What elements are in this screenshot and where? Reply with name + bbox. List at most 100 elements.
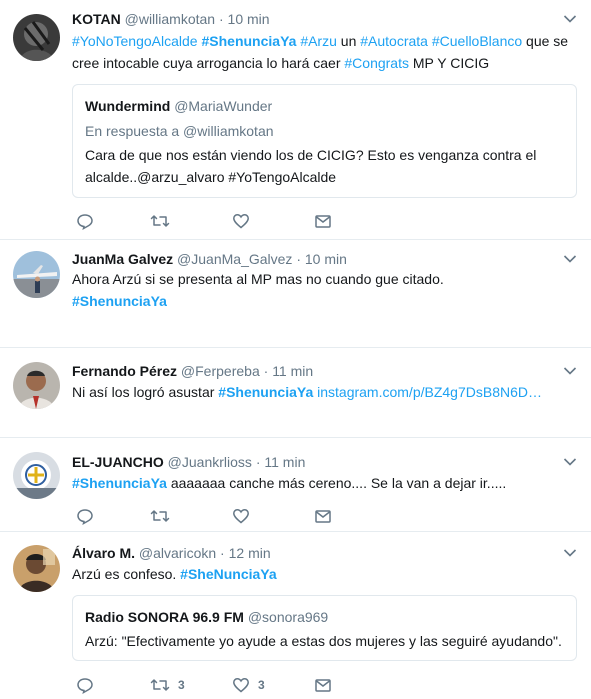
avatar[interactable] <box>13 362 60 409</box>
reply-button[interactable] <box>76 212 94 230</box>
chevron-down-icon[interactable] <box>563 548 577 558</box>
tweet-actions <box>72 507 372 525</box>
hashtag[interactable]: #Congrats <box>344 55 409 71</box>
text-segment: MP Y CICIG <box>408 55 490 71</box>
envelope-icon <box>314 676 332 694</box>
hashtag[interactable]: #ShenunciaYa <box>201 33 296 49</box>
author-name[interactable]: Álvaro M. <box>72 545 135 561</box>
envelope-icon <box>314 212 332 230</box>
direct-message-button[interactable] <box>314 676 332 694</box>
separator-dot: · <box>296 251 301 267</box>
text-segment: un <box>336 33 361 49</box>
tweet-kotan[interactable]: KOTAN @williamkotan · 10 min #YoNoTengoA… <box>0 0 591 240</box>
chevron-down-icon[interactable] <box>563 366 577 376</box>
quote-line: Cara de que nos están viendo los de CICI… <box>85 147 537 163</box>
tweet-header: JuanMa Galvez @JuanMa_Galvez · 10 min <box>72 250 347 268</box>
tweet-fernando[interactable]: Fernando Pérez @Ferpereba · 11 min Ni as… <box>0 348 591 438</box>
tweet-text: Ni así los logró asustar #ShenunciaYa in… <box>72 381 572 403</box>
hashtag[interactable]: #Autocrata <box>360 33 428 49</box>
external-link[interactable]: instagram.com/p/BZ4g7DsB8N6D… <box>317 384 542 400</box>
author-name[interactable]: EL-JUANCHO <box>72 454 164 470</box>
author-name[interactable]: KOTAN <box>72 11 121 27</box>
reply-icon <box>76 212 94 230</box>
author-name[interactable]: JuanMa Galvez <box>72 251 173 267</box>
hashtag[interactable]: #YoNoTengoAlcalde <box>72 33 198 49</box>
like-button[interactable] <box>232 212 250 230</box>
author-handle[interactable]: @alvaricokn <box>139 545 216 561</box>
heart-icon <box>232 676 250 694</box>
avatar[interactable] <box>13 545 60 592</box>
tweet-actions: 3 3 <box>72 676 372 694</box>
envelope-icon <box>314 507 332 525</box>
author-handle[interactable]: @JuanMa_Galvez <box>177 251 292 267</box>
tweet-header: KOTAN @williamkotan · 10 min <box>72 10 270 28</box>
tweet-text: #YoNoTengoAlcalde #ShenunciaYa #Arzu un … <box>72 30 582 74</box>
heart-icon <box>232 507 250 525</box>
quote-author-name: Wundermind <box>85 98 171 114</box>
separator-dot: · <box>263 363 269 379</box>
quote-text: Arzú: "Efectivamente yo ayude a estas do… <box>85 633 562 649</box>
tweet-text: #ShenunciaYa aaaaaaa canche más cereno..… <box>72 472 572 494</box>
quote-line: alcalde..@arzu_alvaro #YoTengoAlcalde <box>85 169 337 185</box>
direct-message-button[interactable] <box>314 212 332 230</box>
hashtag[interactable]: #Arzu <box>300 33 337 49</box>
like-count: 3 <box>258 678 265 692</box>
timestamp[interactable]: 11 min <box>272 363 313 379</box>
timestamp[interactable]: 11 min <box>264 454 305 470</box>
timestamp[interactable]: 10 min <box>305 251 347 267</box>
reply-icon <box>76 676 94 694</box>
reply-button[interactable] <box>76 676 94 694</box>
like-button[interactable]: 3 <box>232 676 265 694</box>
tweet-eljuancho[interactable]: EL-JUANCHO @Juankrlioss · 11 min #Shenun… <box>0 438 591 532</box>
author-handle[interactable]: @Ferpereba <box>181 363 260 379</box>
retweet-button[interactable] <box>150 507 170 525</box>
retweet-icon <box>150 507 170 525</box>
text-segment: cree intocable cuya arrogancia lo hará c… <box>72 55 345 71</box>
timestamp[interactable]: 10 min <box>228 11 270 27</box>
tweet-text: Ahora Arzú si se presenta al MP mas no c… <box>72 268 572 312</box>
tweet-header: Fernando Pérez @Ferpereba · 11 min <box>72 362 313 380</box>
quote-header: Wundermind @MariaWunder <box>85 98 272 114</box>
text-line: Ahora Arzú si se presenta al MP mas no c… <box>72 271 444 287</box>
author-handle[interactable]: @williamkotan <box>125 11 215 27</box>
reply-icon <box>76 507 94 525</box>
tweet-text: Arzú es confeso. #SheNunciaYa <box>72 563 572 585</box>
timestamp[interactable]: 12 min <box>229 545 271 561</box>
hashtag[interactable]: #ShenunciaYa <box>72 475 167 491</box>
hashtag[interactable]: #ShenunciaYa <box>218 384 313 400</box>
tweet-header: Álvaro M. @alvaricokn · 12 min <box>72 544 271 562</box>
avatar[interactable] <box>13 452 60 499</box>
tweet-actions <box>72 212 372 230</box>
quote-author-name: Radio SONORA 96.9 FM <box>85 609 244 625</box>
reply-context: En respuesta a @williamkotan <box>85 123 274 139</box>
heart-icon <box>232 212 250 230</box>
chevron-down-icon[interactable] <box>563 254 577 264</box>
avatar[interactable] <box>13 251 60 298</box>
hashtag[interactable]: #CuelloBlanco <box>432 33 522 49</box>
author-name[interactable]: Fernando Pérez <box>72 363 177 379</box>
direct-message-button[interactable] <box>314 507 332 525</box>
tweet-juanma[interactable]: JuanMa Galvez @JuanMa_Galvez · 10 min Ah… <box>0 240 591 348</box>
chevron-down-icon[interactable] <box>563 14 577 24</box>
tweet-alvaro[interactable]: Álvaro M. @alvaricokn · 12 min Arzú es c… <box>0 532 591 699</box>
retweet-icon <box>150 212 170 230</box>
chevron-down-icon[interactable] <box>563 457 577 467</box>
author-handle[interactable]: @Juankrlioss <box>168 454 252 470</box>
text-segment: Arzú es confeso. <box>72 566 181 582</box>
hashtag[interactable]: #SheNunciaYa <box>180 566 277 582</box>
separator-dot: · <box>255 454 261 470</box>
text-segment: que se <box>522 33 569 49</box>
retweet-button[interactable] <box>150 212 170 230</box>
hashtag[interactable]: #ShenunciaYa <box>72 290 572 312</box>
quote-text: Cara de que nos están viendo los de CICI… <box>85 144 555 188</box>
reply-button[interactable] <box>76 507 94 525</box>
retweet-button[interactable]: 3 <box>150 676 185 694</box>
quoted-tweet[interactable]: Radio SONORA 96.9 FM @sonora969 Arzú: "E… <box>72 595 577 661</box>
quote-author-handle: @MariaWunder <box>174 98 273 114</box>
quoted-tweet[interactable]: Wundermind @MariaWunder En respuesta a @… <box>72 84 577 198</box>
separator-dot: · <box>218 11 224 27</box>
avatar[interactable] <box>13 14 60 61</box>
like-button[interactable] <box>232 507 250 525</box>
text-segment: aaaaaaa canche más cereno.... Se la van … <box>166 475 507 491</box>
retweet-icon <box>150 676 170 694</box>
